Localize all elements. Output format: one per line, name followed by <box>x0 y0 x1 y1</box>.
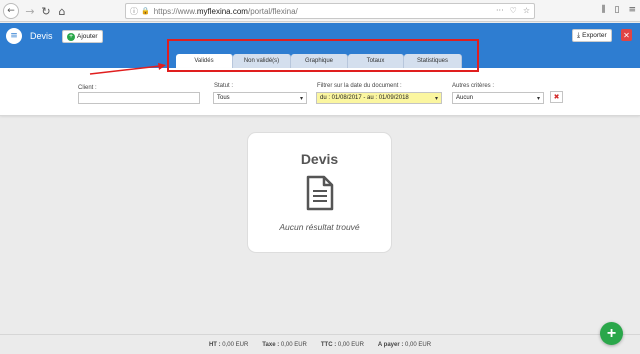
plus-circle-icon: + <box>67 32 75 41</box>
statut-label: Statut : <box>214 83 234 89</box>
sidebar-icon[interactable]: ▯ <box>615 5 620 15</box>
close-button[interactable]: ✕ <box>621 29 632 41</box>
home-icon[interactable]: ⌂ <box>54 3 70 19</box>
export-button-label: Exporter <box>582 32 607 39</box>
date-range-value: du : 01/08/2017 - au : 01/09/2018 <box>320 95 409 101</box>
totals-footer: HT : 0,00 EUR Taxe : 0,00 EUR TTC : 0,00… <box>0 334 640 354</box>
statut-value: Tous <box>217 95 230 101</box>
empty-state-title: Devis <box>300 151 339 167</box>
ttc-value: 0,00 EUR <box>337 341 364 348</box>
date-range-select[interactable]: du : 01/08/2017 - au : 01/09/2018 ▾ <box>316 92 442 104</box>
annotation-highlight-box <box>167 39 479 72</box>
criteria-label: Autres critères : <box>452 83 495 89</box>
criteria-select[interactable]: Aucun ▾ <box>452 92 544 104</box>
add-button[interactable]: + Ajouter <box>62 30 103 43</box>
menu-icon: ≡ <box>10 31 18 41</box>
back-icon[interactable]: ← <box>3 3 19 19</box>
date-filter-label: Filtrer sur la date du document : <box>317 83 402 89</box>
download-icon: ⤓ <box>577 31 581 39</box>
client-input[interactable] <box>78 92 200 104</box>
add-button-label: Ajouter <box>77 33 98 40</box>
apayer-label: A payer : <box>377 341 404 348</box>
url-host: myflexina.com <box>196 6 248 16</box>
criteria-value: Aucun <box>456 95 474 101</box>
close-icon: ✕ <box>623 30 630 40</box>
plus-icon: + <box>606 324 617 342</box>
document-icon <box>306 175 334 211</box>
apayer-value: 0,00 EUR <box>405 341 432 348</box>
bookmark-star-icon[interactable]: ☆ <box>523 6 530 15</box>
ht-value: 0,00 EUR <box>222 341 249 348</box>
chevron-down-icon: ▾ <box>299 94 303 102</box>
ht-label: HT : <box>208 341 221 348</box>
export-button[interactable]: ⤓ Exporter <box>572 29 612 42</box>
menu-button[interactable]: ≡ <box>6 28 22 44</box>
ttc-label: TTC : <box>320 341 337 348</box>
lock-icon: 🔒 <box>141 7 150 15</box>
more-actions-icon[interactable]: ··· <box>496 6 504 15</box>
url-bar[interactable]: ⓘ 🔒 https://www. myflexina.com/portal/fle… <box>125 3 535 19</box>
client-label: Client : <box>78 85 97 91</box>
reload-icon[interactable]: ↻ <box>38 3 54 19</box>
close-icon: ✖ <box>553 93 560 101</box>
chevron-down-icon: ▾ <box>536 94 540 102</box>
forward-icon[interactable]: → <box>22 3 38 19</box>
clear-filters-button[interactable]: ✖ <box>550 91 563 103</box>
empty-state-message: Aucun résultat trouvé <box>279 222 360 232</box>
chevron-down-icon: ▾ <box>434 94 438 102</box>
taxe-label: Taxe : <box>262 341 280 348</box>
url-path: /portal/flexina/ <box>247 6 298 16</box>
library-icon[interactable]: ⫼ <box>601 5 605 15</box>
statut-select[interactable]: Tous ▾ <box>213 92 307 104</box>
empty-state-card: Devis Aucun résultat trouvé <box>247 132 392 253</box>
info-icon[interactable]: ⓘ <box>130 6 138 17</box>
annotation-arrow-icon <box>89 63 166 75</box>
browser-toolbar: ← → ↻ ⌂ ⓘ 🔒 https://www. myflexina.com/po… <box>0 0 640 22</box>
add-floating-button[interactable]: + <box>600 322 623 345</box>
page-title: Devis <box>30 31 53 41</box>
hamburger-menu-icon[interactable]: ≡ <box>628 5 636 15</box>
taxe-value: 0,00 EUR <box>280 341 307 348</box>
url-prefix: https://www. <box>153 6 197 16</box>
pocket-icon[interactable]: ♡ <box>510 6 517 15</box>
